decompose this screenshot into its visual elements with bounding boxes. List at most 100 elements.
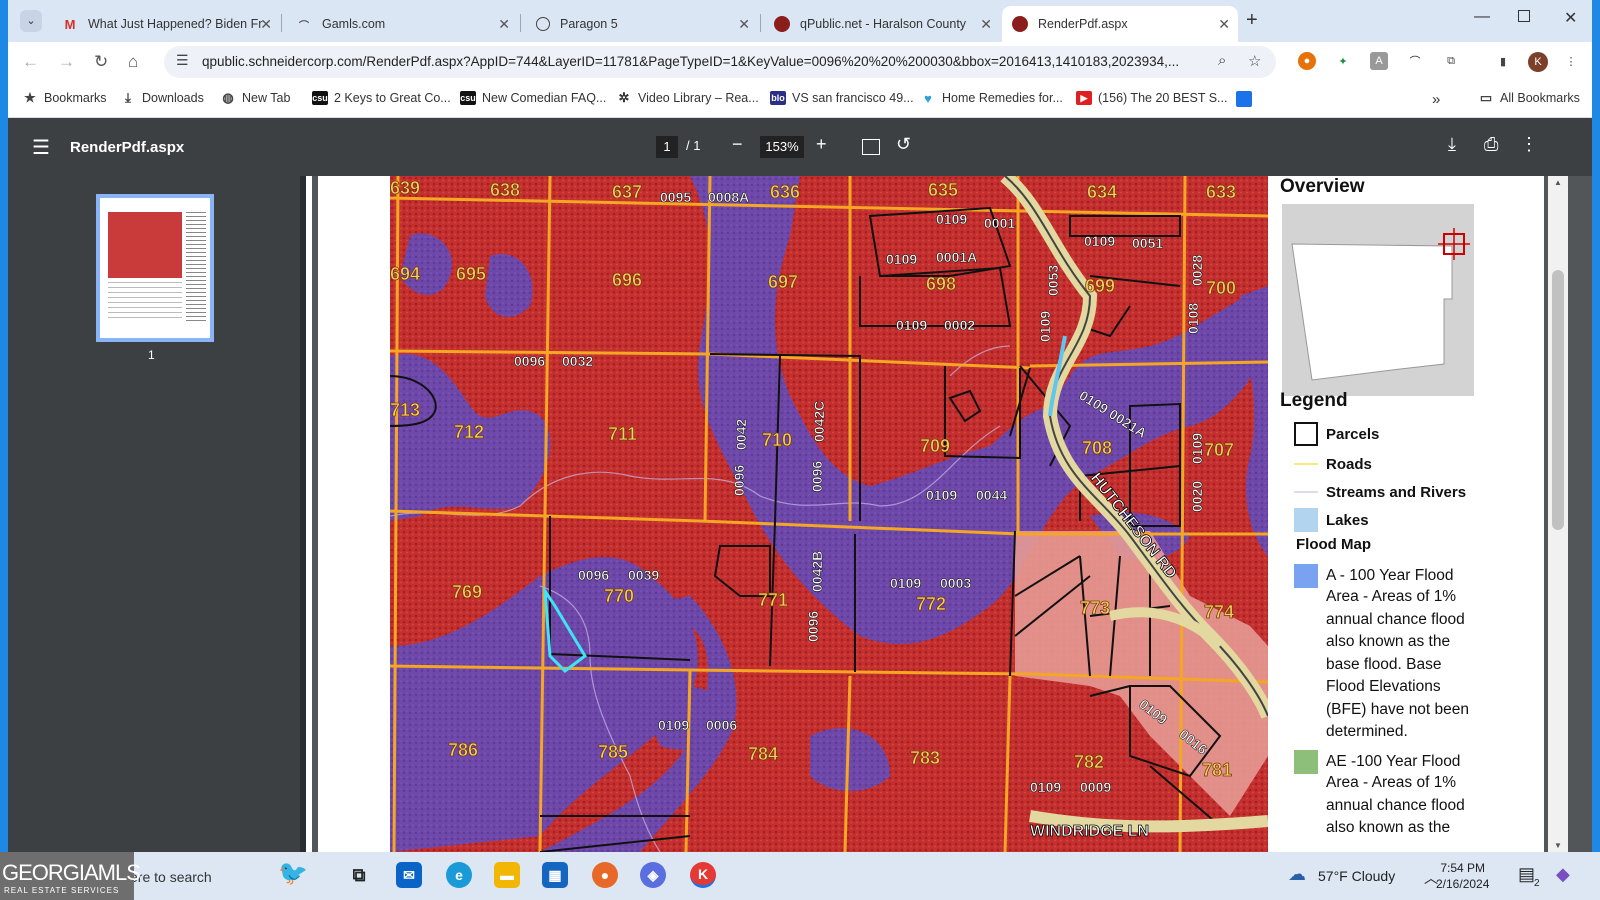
bookmark-item[interactable]: csu New Comedian FAQ... <box>460 91 606 105</box>
bookmark-item[interactable]: ▶ (156) The 20 BEST S... <box>1076 91 1227 105</box>
parcel-number: 638 <box>490 180 520 200</box>
fit-page-icon[interactable] <box>862 139 880 155</box>
legend-item-flood-ae: AE -100 Year Flood <box>1294 750 1460 774</box>
globe-icon: ◍ <box>222 90 234 105</box>
legend-title: Legend <box>1280 390 1348 411</box>
bookmark-label: Bookmarks <box>44 91 107 105</box>
copilot-icon[interactable]: ◆ <box>1556 864 1570 885</box>
weather-text[interactable]: 57°F Cloudy <box>1318 868 1395 884</box>
mail-icon[interactable]: ✉ <box>396 862 422 888</box>
bookmark-label: Video Library – Rea... <box>638 91 759 105</box>
bookmark-item[interactable]: ◍ New Tab <box>220 90 290 105</box>
bookmark-item[interactable]: csu 2 Keys to Great Co... <box>312 91 451 105</box>
chrome-icon[interactable]: K <box>690 862 716 888</box>
parcel-id: 0096 <box>514 353 545 369</box>
firefox-icon[interactable]: ● <box>592 862 618 888</box>
legend-label: Streams and Rivers <box>1326 483 1467 501</box>
tab-gmail[interactable]: M What Just Happened? Biden Fre ✕ <box>52 6 280 42</box>
legend-item-lakes: Lakes <box>1294 508 1369 532</box>
page-scrollbar[interactable]: ▲ ▼ <box>1548 176 1568 852</box>
minimize-icon[interactable]: — <box>1474 8 1490 26</box>
edge-icon[interactable]: e <box>446 862 472 888</box>
forward-icon[interactable]: → <box>58 52 75 72</box>
close-tab-icon[interactable]: ✕ <box>260 16 272 33</box>
download-icon[interactable]: ⤓ <box>1448 134 1456 155</box>
bookmark-label: Home Remedies for... <box>942 91 1063 105</box>
task-view-icon[interactable]: ⧉ <box>346 862 372 888</box>
side-panel-icon[interactable]: ▮ <box>1494 52 1512 70</box>
file-explorer-icon[interactable]: ▬ <box>494 862 520 888</box>
site-info-icon[interactable]: ☰ <box>176 52 189 69</box>
system-clock[interactable]: 7:54 PM 2/16/2024 <box>1436 860 1489 892</box>
extension-icon[interactable]: ● <box>1298 52 1316 70</box>
app-icon[interactable]: ◈ <box>640 862 666 888</box>
scrollbar-thumb[interactable] <box>1552 270 1564 530</box>
scroll-up-icon[interactable]: ▲ <box>1554 178 1562 187</box>
extension-icon[interactable]: ⌒ <box>1406 52 1424 70</box>
youtube-icon: ▶ <box>1076 91 1092 105</box>
tab-gamls[interactable]: ⌒ Gamls.com ✕ <box>286 6 518 42</box>
zoom-in-icon[interactable]: + <box>816 134 827 155</box>
folder-icon: ▭ <box>1479 90 1493 105</box>
bookmark-item[interactable]: blo VS san francisco 49... <box>770 91 914 105</box>
zoom-icon[interactable]: ⌕ <box>1218 52 1226 69</box>
parcel-id: 0109 <box>886 251 917 267</box>
notifications-icon[interactable]: ▤ <box>1518 864 1535 885</box>
tab-paragon[interactable]: Paragon 5 ✕ <box>526 6 758 42</box>
all-bookmarks-button[interactable]: ▭ All Bookmarks <box>1478 90 1580 105</box>
extensions-puzzle-icon[interactable]: ⧉ <box>1442 52 1460 70</box>
tab-renderpdf[interactable]: RenderPdf.aspx ✕ <box>1002 6 1238 42</box>
back-icon[interactable]: ← <box>22 52 39 72</box>
bookmark-item[interactable]: ★ Bookmarks <box>22 90 107 105</box>
search-highlight-bird-icon[interactable]: 🐦 <box>278 860 308 887</box>
parcel-flood-map: 639 638 637 636 635 634 633 694 695 696 … <box>390 176 1268 852</box>
print-icon[interactable]: ⎙ <box>1484 134 1498 155</box>
windows-taskbar: ere to search 🐦 ⧉ ✉ e ▬ ▦ ● ◈ K ☁ 57°F C… <box>0 852 1600 900</box>
scroll-down-icon[interactable]: ▼ <box>1554 841 1562 850</box>
close-tab-icon[interactable]: ✕ <box>1218 16 1230 33</box>
close-tab-icon[interactable]: ✕ <box>980 16 992 33</box>
bookmark-star-icon[interactable]: ☆ <box>1248 52 1261 70</box>
parcel-number: 774 <box>1204 602 1234 622</box>
pdf-page: 639 638 637 636 635 634 633 694 695 696 … <box>318 176 1544 852</box>
new-tab-button[interactable]: + <box>1246 9 1258 32</box>
bookmark-item[interactable]: ⤓ Downloads <box>120 90 204 105</box>
close-tab-icon[interactable]: ✕ <box>498 16 510 33</box>
tab-search-chevron-icon[interactable]: ⌄ <box>20 10 42 32</box>
parcel-id: 0032 <box>562 353 593 369</box>
extension-icon[interactable]: A <box>1370 52 1388 70</box>
description-line: Area - Areas of 1% <box>1326 588 1457 605</box>
bookmark-label: VS san francisco 49... <box>792 91 914 105</box>
close-tab-icon[interactable]: ✕ <box>738 16 750 33</box>
profile-avatar[interactable]: K <box>1528 52 1548 72</box>
tab-title: Gamls.com <box>322 17 386 31</box>
home-icon[interactable]: ⌂ <box>128 52 138 72</box>
zoom-out-icon[interactable]: − <box>732 134 743 155</box>
reload-icon[interactable]: ↻ <box>94 52 108 72</box>
overview-map <box>1282 204 1474 396</box>
tab-title: RenderPdf.aspx <box>1038 17 1128 31</box>
bookmark-app-icon[interactable] <box>1236 91 1252 107</box>
page-number-input[interactable]: 1 <box>656 136 678 158</box>
more-options-icon[interactable]: ⋮ <box>1520 134 1538 155</box>
maximize-icon[interactable] <box>1518 10 1530 22</box>
bookmark-item[interactable]: ✲ Video Library – Rea... <box>616 90 759 105</box>
parcel-id: 0020 <box>1189 481 1205 512</box>
rotate-icon[interactable]: ↺ <box>896 134 911 155</box>
store-icon[interactable]: ▦ <box>542 862 568 888</box>
url-text[interactable]: qpublic.schneidercorp.com/RenderPdf.aspx… <box>202 54 1202 69</box>
bookmark-item[interactable]: ♥ Home Remedies for... <box>920 91 1063 106</box>
parcel-id: 0042C <box>811 401 827 442</box>
address-bar[interactable]: ☰ qpublic.schneidercorp.com/RenderPdf.as… <box>164 46 1276 78</box>
bookmarks-overflow-icon[interactable]: » <box>1432 91 1440 108</box>
page-thumbnail[interactable] <box>96 194 214 342</box>
extension-icon[interactable]: ✦ <box>1334 52 1352 70</box>
menu-kebab-icon[interactable]: ⋮ <box>1562 52 1580 70</box>
menu-hamburger-icon[interactable]: ☰ <box>32 135 50 160</box>
tab-strip: ⌄ M What Just Happened? Biden Fre ✕ ⌒ Ga… <box>8 0 1592 42</box>
tab-qpublic[interactable]: qPublic.net - Haralson County ✕ <box>764 6 1000 42</box>
zoom-level-input[interactable]: 153% <box>760 136 804 158</box>
parcel-id: 0042B <box>809 551 825 592</box>
close-window-icon[interactable]: ✕ <box>1564 8 1577 28</box>
star-icon: ★ <box>24 90 36 105</box>
